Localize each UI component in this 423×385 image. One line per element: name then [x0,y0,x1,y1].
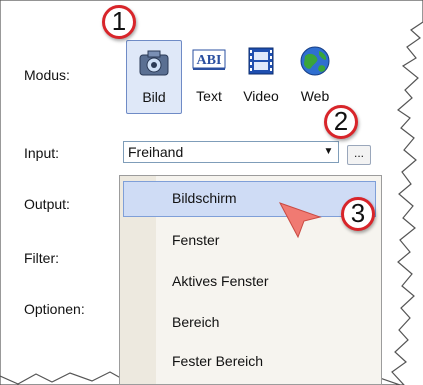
dropdown-item-bereich[interactable]: Bereich [172,314,219,330]
filter-label: Filter: [24,250,59,266]
dropdown-highlight [123,181,376,217]
input-combobox[interactable]: Freihand ▼ [123,141,339,163]
mode-bild-label: Bild [142,89,166,105]
mode-web-label: Web [300,88,330,104]
mode-video-button[interactable]: Video [236,40,286,112]
camera-icon [134,43,174,86]
mode-bild-button[interactable]: Bild [126,40,182,114]
mode-text-button[interactable]: ABI Text [184,40,234,112]
dropdown-item-fester-bereich[interactable]: Fester Bereich [172,353,263,369]
output-label: Output: [24,196,70,212]
mode-web-button[interactable]: Web [290,40,340,112]
svg-text:ABI: ABI [197,53,222,68]
pointer-arrow-icon [278,202,322,239]
chevron-down-icon[interactable]: ▼ [320,143,337,161]
callout-1: 1 [102,5,136,39]
modus-label: Modus: [24,67,70,83]
dropdown-item-aktives-fenster[interactable]: Aktives Fenster [172,273,268,289]
callout-2: 2 [324,105,358,139]
input-label: Input: [24,145,60,161]
browse-button[interactable]: ... [347,145,371,165]
mode-text-label: Text [196,88,222,104]
mode-video-label: Video [243,88,279,104]
dropdown-item-fenster[interactable]: Fenster [172,232,219,248]
text-icon: ABI [189,42,229,85]
capture-settings-panel: Modus: Input: Output: Filter: Optionen: … [0,0,423,385]
globe-icon [295,42,335,85]
film-icon [241,42,281,85]
dropdown-item-bildschirm[interactable]: Bildschirm [172,190,237,206]
input-value: Freihand [128,144,184,160]
optionen-label: Optionen: [24,301,85,317]
callout-3: 3 [341,197,375,231]
